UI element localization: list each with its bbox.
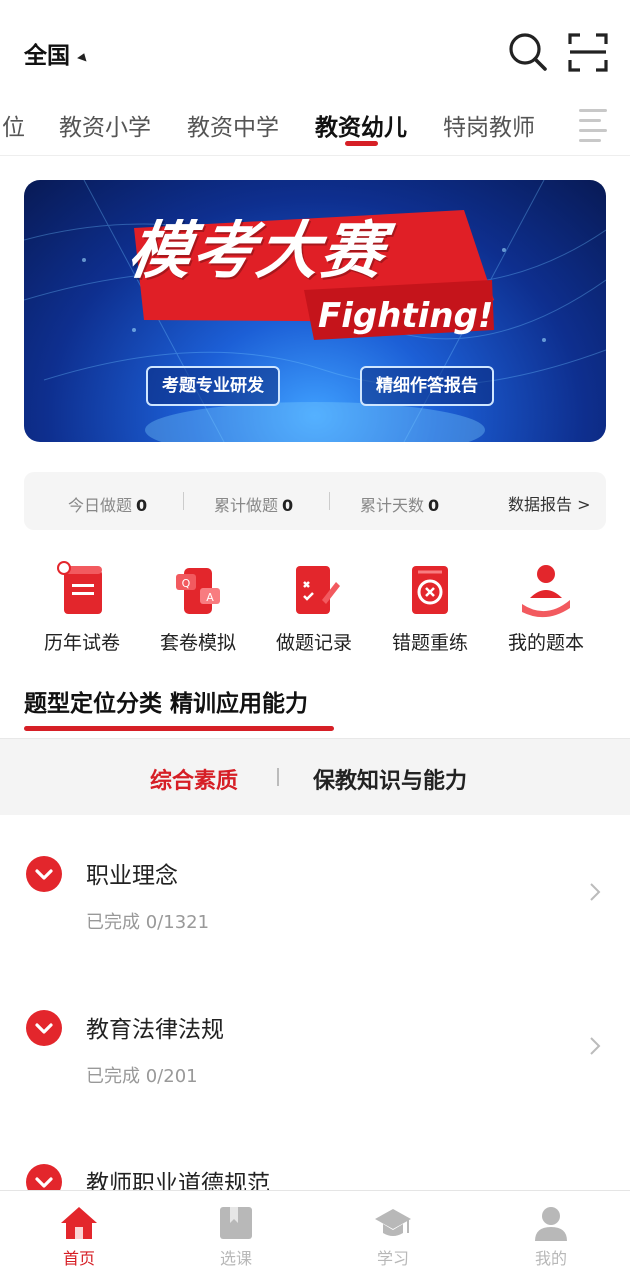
user-icon <box>535 1207 567 1241</box>
region-selector[interactable]: 全国 <box>24 36 89 70</box>
banner-subtitle: Fighting! <box>318 296 494 336</box>
tab-middle-school[interactable]: 教资中学 <box>187 108 279 142</box>
home-icon <box>61 1207 97 1239</box>
item-name: 教师职业道德规范 <box>86 1171 270 1190</box>
caret-icon <box>77 51 89 61</box>
person-book-icon <box>522 565 570 618</box>
expand-icon <box>26 856 62 892</box>
expand-icon <box>26 1164 62 1190</box>
bottom-nav: 首页 选课 学习 我的 <box>0 1190 630 1280</box>
svg-text:Q: Q <box>182 577 191 590</box>
subject-tabs: 综合素质 保教知识与能力 <box>0 738 630 815</box>
expand-icon <box>26 1010 62 1046</box>
stat-today: 今日做题 0 <box>68 496 148 515</box>
scan-icon <box>568 33 608 72</box>
tab-partial[interactable]: 位 <box>2 108 25 142</box>
list-item[interactable]: 教育法律法规 已完成 0/201 <box>0 984 630 1134</box>
chevron-right-icon <box>590 883 601 901</box>
nav-home[interactable]: 首页 <box>24 1191 134 1280</box>
entry-my-question-book[interactable]: 我的题本 <box>491 560 601 655</box>
top-bar: 全国 <box>0 0 630 100</box>
nav-study[interactable]: 学习 <box>338 1191 448 1280</box>
scan-button[interactable] <box>568 32 608 72</box>
entry-practice-record[interactable]: 做题记录 <box>259 560 369 655</box>
chevron-right-icon <box>590 1037 601 1055</box>
qa-phone-icon: Q A <box>176 568 220 614</box>
section-title: 题型定位分类 精训应用能力 <box>24 691 309 717</box>
entry-past-papers[interactable]: 历年试卷 <box>27 560 137 655</box>
region-label: 全国 <box>24 43 70 69</box>
graduation-cap-icon <box>375 1209 411 1236</box>
svg-text:A: A <box>206 591 214 604</box>
category-tabs: 位 教资小学 教资中学 教资幼儿 特岗教师 <box>0 100 630 156</box>
tab-menu-button[interactable] <box>560 100 630 154</box>
book-icon <box>220 1207 252 1239</box>
search-button[interactable] <box>508 32 548 72</box>
tab-special-post-teacher[interactable]: 特岗教师 <box>443 108 535 142</box>
tab-kindergarten[interactable]: 教资幼儿 <box>315 108 407 142</box>
record-icon <box>296 566 340 614</box>
list-item[interactable]: 教师职业道德规范 <box>0 1138 630 1190</box>
tab-primary-school[interactable]: 教资小学 <box>59 108 151 142</box>
tab-care-education-knowledge[interactable]: 保教知识与能力 <box>313 763 467 795</box>
list-item[interactable]: 职业理念 已完成 0/1321 <box>0 830 630 980</box>
item-name: 职业理念 <box>86 863 178 889</box>
nav-profile[interactable]: 我的 <box>496 1191 606 1280</box>
banner-tag-research: 考题专业研发 <box>146 366 280 406</box>
section-title-underline <box>24 726 334 731</box>
entry-mock-exam[interactable]: Q A 套卷模拟 <box>143 560 253 655</box>
nav-courses[interactable]: 选课 <box>181 1191 291 1280</box>
banner-title: 模考大赛 <box>124 214 391 287</box>
search-icon <box>509 33 547 71</box>
redo-icon <box>412 566 448 614</box>
scroll-icon <box>57 561 102 614</box>
tab-comprehensive-quality[interactable]: 综合素质 <box>150 763 238 795</box>
item-progress: 已完成 0/1321 <box>86 912 210 933</box>
stats-bar: 今日做题 0 累计做题 0 累计天数 0 数据报告 > <box>24 472 606 530</box>
data-report-link[interactable]: 数据报告 > <box>508 491 591 515</box>
banner-tag-report: 精细作答报告 <box>360 366 494 406</box>
active-tab-indicator <box>345 141 378 146</box>
stat-days: 累计天数 0 <box>360 496 440 515</box>
entry-retry-mistakes[interactable]: 错题重练 <box>375 560 485 655</box>
stat-total: 累计做题 0 <box>214 496 294 515</box>
item-name: 教育法律法规 <box>86 1017 224 1043</box>
item-progress: 已完成 0/201 <box>86 1066 198 1087</box>
